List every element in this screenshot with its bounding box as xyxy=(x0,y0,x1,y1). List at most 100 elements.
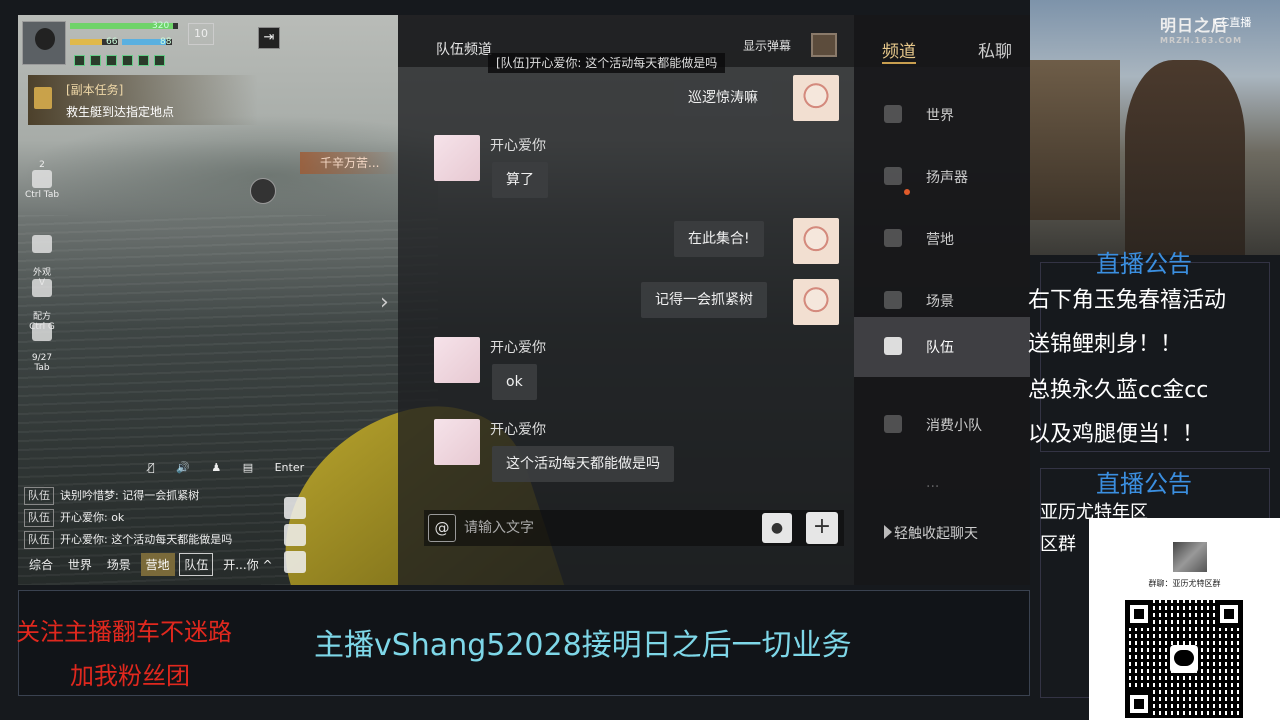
channel-speaker[interactable]: 扬声器 xyxy=(854,147,1030,207)
tab-channel[interactable]: 频道 xyxy=(882,37,916,64)
player-avatar[interactable] xyxy=(22,21,66,65)
game-viewport[interactable]: 320 66 88 10 ⇥ [副本任务] 救生艇到达指定地点 2 Ctrl T… xyxy=(18,15,1030,585)
promo-art xyxy=(1030,0,1280,255)
latest-message-banner: [队伍]开心爱你: 这个活动每天都能做是吗 xyxy=(488,53,726,73)
danmu-toggle[interactable] xyxy=(811,33,837,57)
channel-world[interactable]: 世界 xyxy=(854,85,1030,145)
follow-text: 关注主播翻车不迷路 xyxy=(16,618,232,646)
channel-squad[interactable]: 消费小队 xyxy=(854,395,1030,455)
message-bubble: 巡逻惊涛嘛 xyxy=(674,80,772,116)
logo-subtext: MRZH.163.COM xyxy=(1160,36,1243,45)
globe-icon xyxy=(884,105,902,123)
quest-tracker[interactable]: [副本任务] 救生艇到达指定地点 xyxy=(28,75,258,125)
mini-tab-team[interactable]: 队伍 xyxy=(179,553,214,576)
notice-line: 以及鸡腿便当！！ xyxy=(1028,422,1205,447)
volume-icon[interactable]: 🔊 xyxy=(176,461,190,474)
mini-tab-world[interactable]: 世界 xyxy=(63,553,97,576)
mic-icon[interactable]: ● xyxy=(762,513,792,543)
message-bubble: ok xyxy=(492,364,537,400)
character-art xyxy=(1125,60,1245,255)
bunny-avatar[interactable] xyxy=(434,419,480,465)
exit-icon[interactable]: ⇥ xyxy=(258,27,280,49)
chat-messages[interactable]: 巡逻惊涛嘛 开心爱你 算了 在此集合! 记得一会抓紧树 开心爱你 ok 开心爱你… xyxy=(398,75,848,515)
notice-line: 右下角玉兔春禧活动 xyxy=(1028,288,1227,313)
wechat-icon xyxy=(1170,645,1198,673)
backpack-icon xyxy=(32,323,52,341)
water-value: 88 xyxy=(160,37,172,47)
food-value: 66 xyxy=(106,37,118,47)
shortcut-count: 2 xyxy=(39,160,45,170)
voice-controls: 🎙̸ 🔊 ♟ ▤ Enter xyxy=(148,461,322,474)
chat-input[interactable]: 请输入文字 xyxy=(464,510,534,546)
qr-finder xyxy=(1215,600,1243,628)
buff-icon xyxy=(90,55,101,66)
emote-icon[interactable]: ♟ xyxy=(211,461,221,474)
qr-card: 群聊：亚历尤特区群 xyxy=(1089,518,1280,720)
camp-icon xyxy=(884,229,902,247)
mute-mic-icon[interactable]: 🎙̸ xyxy=(148,461,155,474)
notice-title: 直播公告 xyxy=(1096,250,1192,278)
streamer-ad-text: 主播vShang52028接明日之后一切业务 xyxy=(314,628,852,663)
mention-button[interactable]: @ xyxy=(428,514,456,542)
chat-bubble-icon[interactable]: ▤ xyxy=(243,461,253,474)
channel-label: 消费小队 xyxy=(926,418,982,434)
speaker-broadcast[interactable]: 千辛万苦... xyxy=(300,152,400,174)
flag-icon xyxy=(884,415,902,433)
mini-tab-all[interactable]: 综合 xyxy=(24,553,58,576)
friends-icon[interactable] xyxy=(284,551,306,573)
mini-tab-camp[interactable]: 营地 xyxy=(140,553,175,576)
flag-icon xyxy=(32,170,52,188)
qr-code[interactable] xyxy=(1125,600,1243,718)
buff-icon xyxy=(138,55,149,66)
steering-icon[interactable] xyxy=(250,178,276,204)
flag-shortcut[interactable]: 2 Ctrl Tab xyxy=(24,160,60,200)
channel-tag: 队伍 xyxy=(24,509,54,527)
mini-tab-private[interactable]: 开...你 ^ xyxy=(218,553,277,576)
mini-chat-log[interactable]: 队伍 诀别吟惜梦: 记得一会抓紧树 队伍 开心爱你: ok 队伍 开心爱你: 这个活动… xyxy=(24,485,284,551)
group-avatar xyxy=(1173,542,1207,572)
channel-label: 场景 xyxy=(926,294,954,310)
cc-logo: CC直播 xyxy=(1214,16,1252,29)
mini-chat-row: 队伍 诀别吟惜梦: 记得一会抓紧树 xyxy=(24,485,284,507)
backpack-shortcut[interactable]: 9/27 Tab xyxy=(24,313,60,373)
channel-team[interactable]: 队伍 xyxy=(854,317,1030,377)
collapse-chat-button[interactable]: 轻触收起聊天 xyxy=(884,523,978,543)
reply-icon[interactable] xyxy=(284,497,306,519)
notice-line: 送锦鲤刺身！！ xyxy=(1028,332,1183,357)
mini-chat-text: 诀别吟惜梦: 记得一会抓紧树 xyxy=(60,489,200,502)
message-bubble: 记得一会抓紧树 xyxy=(641,282,767,318)
channel-camp[interactable]: 营地 xyxy=(854,189,1030,269)
channel-tag: 队伍 xyxy=(24,487,54,505)
notice-title-2: 直播公告 xyxy=(1096,470,1192,498)
channel-sidebar: 频道 私聊 世界 扬声器 营地 场景 队伍 消费小队 ... 轻触收起聊天 xyxy=(854,15,1030,585)
rabbit-avatar[interactable] xyxy=(793,218,839,264)
tab-private[interactable]: 私聊 xyxy=(978,37,1012,62)
chat-input-bar: @ 请输入文字 ● + xyxy=(424,510,844,546)
sender-name: 开心爱你 xyxy=(490,422,546,438)
mail-icon[interactable] xyxy=(284,524,306,546)
level-badge: 10 xyxy=(188,23,214,45)
danmu-label: 显示弹幕 xyxy=(743,39,792,53)
flag-icon xyxy=(884,337,902,355)
channel-label: 世界 xyxy=(926,108,954,124)
channel-label: 扬声器 xyxy=(926,170,968,186)
shortcut-key: Ctrl Tab xyxy=(24,190,60,200)
clothes-icon xyxy=(32,235,52,253)
buff-icon xyxy=(106,55,117,66)
buff-icon xyxy=(122,55,133,66)
rabbit-avatar[interactable] xyxy=(793,75,839,121)
notice-line: 总换永久蓝cc金cc xyxy=(1028,378,1209,403)
fanclub-text: 加我粉丝团 xyxy=(70,662,190,690)
mini-tab-scene[interactable]: 场景 xyxy=(102,553,136,576)
bunny-avatar[interactable] xyxy=(434,337,480,383)
bunny-avatar[interactable] xyxy=(434,135,480,181)
channel-more[interactable]: ... xyxy=(854,455,1030,515)
expand-arrow-icon[interactable]: › xyxy=(380,290,389,315)
player-status: 320 66 88 10 xyxy=(18,15,218,70)
mini-chat-row: 队伍 开心爱你: 这个活动每天都能做是吗 xyxy=(24,529,284,551)
rabbit-avatar[interactable] xyxy=(793,279,839,325)
hp-value: 320 xyxy=(152,21,170,31)
add-button[interactable]: + xyxy=(806,512,838,544)
chat-title: 队伍频道 xyxy=(436,42,492,58)
buff-icon xyxy=(154,55,165,66)
